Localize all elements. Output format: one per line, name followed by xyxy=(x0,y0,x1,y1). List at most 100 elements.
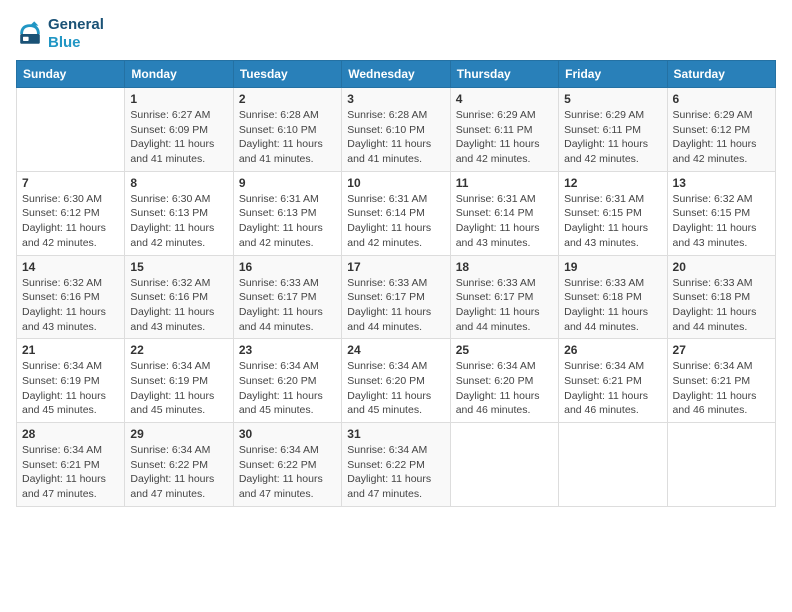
day-number: 14 xyxy=(22,260,119,274)
day-info: Sunrise: 6:34 AM Sunset: 6:19 PM Dayligh… xyxy=(130,359,227,418)
calendar-cell: 24 Sunrise: 6:34 AM Sunset: 6:20 PM Dayli… xyxy=(342,339,450,423)
calendar-cell xyxy=(450,423,558,507)
day-number: 19 xyxy=(564,260,661,274)
calendar-cell: 31 Sunrise: 6:34 AM Sunset: 6:22 PM Dayli… xyxy=(342,423,450,507)
day-info: Sunrise: 6:34 AM Sunset: 6:20 PM Dayligh… xyxy=(239,359,336,418)
day-info: Sunrise: 6:31 AM Sunset: 6:13 PM Dayligh… xyxy=(239,192,336,251)
day-info: Sunrise: 6:33 AM Sunset: 6:18 PM Dayligh… xyxy=(564,276,661,335)
calendar-cell: 25 Sunrise: 6:34 AM Sunset: 6:20 PM Dayli… xyxy=(450,339,558,423)
calendar-cell: 19 Sunrise: 6:33 AM Sunset: 6:18 PM Dayli… xyxy=(559,255,667,339)
calendar-cell: 16 Sunrise: 6:33 AM Sunset: 6:17 PM Dayli… xyxy=(233,255,341,339)
day-info: Sunrise: 6:32 AM Sunset: 6:16 PM Dayligh… xyxy=(130,276,227,335)
day-of-week-header: Sunday xyxy=(17,61,125,88)
day-of-week-header: Wednesday xyxy=(342,61,450,88)
calendar-week-row: 7Sunrise: 6:30 AM Sunset: 6:12 PM Daylig… xyxy=(17,171,776,255)
day-info: Sunrise: 6:30 AM Sunset: 6:13 PM Dayligh… xyxy=(130,192,227,251)
day-number: 16 xyxy=(239,260,336,274)
day-of-week-header: Monday xyxy=(125,61,233,88)
calendar-cell xyxy=(559,423,667,507)
day-number: 11 xyxy=(456,176,553,190)
day-number: 4 xyxy=(456,92,553,106)
day-number: 1 xyxy=(130,92,227,106)
day-info: Sunrise: 6:29 AM Sunset: 6:11 PM Dayligh… xyxy=(456,108,553,167)
calendar-cell: 1 Sunrise: 6:27 AM Sunset: 6:09 PM Daylig… xyxy=(125,88,233,172)
calendar-cell: 15 Sunrise: 6:32 AM Sunset: 6:16 PM Dayli… xyxy=(125,255,233,339)
calendar-cell: 22 Sunrise: 6:34 AM Sunset: 6:19 PM Dayli… xyxy=(125,339,233,423)
day-info: Sunrise: 6:29 AM Sunset: 6:12 PM Dayligh… xyxy=(673,108,770,167)
day-number: 7 xyxy=(22,176,119,190)
day-number: 2 xyxy=(239,92,336,106)
calendar-cell: 26 Sunrise: 6:34 AM Sunset: 6:21 PM Dayli… xyxy=(559,339,667,423)
day-info: Sunrise: 6:31 AM Sunset: 6:14 PM Dayligh… xyxy=(347,192,444,251)
calendar-cell xyxy=(667,423,775,507)
calendar-cell: 13Sunrise: 6:32 AM Sunset: 6:15 PM Dayli… xyxy=(667,171,775,255)
calendar-cell: 29 Sunrise: 6:34 AM Sunset: 6:22 PM Dayli… xyxy=(125,423,233,507)
page-header: General Blue xyxy=(16,16,776,52)
calendar-week-row: 1 Sunrise: 6:27 AM Sunset: 6:09 PM Daylig… xyxy=(17,88,776,172)
calendar-cell: 4 Sunrise: 6:29 AM Sunset: 6:11 PM Daylig… xyxy=(450,88,558,172)
day-of-week-header: Saturday xyxy=(667,61,775,88)
day-info: Sunrise: 6:32 AM Sunset: 6:15 PM Dayligh… xyxy=(673,192,770,251)
day-info: Sunrise: 6:34 AM Sunset: 6:22 PM Dayligh… xyxy=(347,443,444,502)
calendar-cell: 20 Sunrise: 6:33 AM Sunset: 6:18 PM Dayli… xyxy=(667,255,775,339)
logo: General Blue xyxy=(16,16,104,52)
day-number: 28 xyxy=(22,427,119,441)
day-number: 9 xyxy=(239,176,336,190)
day-info: Sunrise: 6:31 AM Sunset: 6:15 PM Dayligh… xyxy=(564,192,661,251)
day-number: 24 xyxy=(347,343,444,357)
day-info: Sunrise: 6:28 AM Sunset: 6:10 PM Dayligh… xyxy=(347,108,444,167)
day-number: 26 xyxy=(564,343,661,357)
day-number: 15 xyxy=(130,260,227,274)
day-info: Sunrise: 6:34 AM Sunset: 6:20 PM Dayligh… xyxy=(347,359,444,418)
calendar-cell: 10Sunrise: 6:31 AM Sunset: 6:14 PM Dayli… xyxy=(342,171,450,255)
day-number: 25 xyxy=(456,343,553,357)
calendar-cell: 2 Sunrise: 6:28 AM Sunset: 6:10 PM Daylig… xyxy=(233,88,341,172)
calendar-cell: 5Sunrise: 6:29 AM Sunset: 6:11 PM Daylig… xyxy=(559,88,667,172)
day-number: 23 xyxy=(239,343,336,357)
day-info: Sunrise: 6:34 AM Sunset: 6:22 PM Dayligh… xyxy=(239,443,336,502)
calendar-cell: 7Sunrise: 6:30 AM Sunset: 6:12 PM Daylig… xyxy=(17,171,125,255)
day-info: Sunrise: 6:33 AM Sunset: 6:17 PM Dayligh… xyxy=(239,276,336,335)
day-of-week-header: Thursday xyxy=(450,61,558,88)
calendar-week-row: 14 Sunrise: 6:32 AM Sunset: 6:16 PM Dayli… xyxy=(17,255,776,339)
calendar-cell: 23 Sunrise: 6:34 AM Sunset: 6:20 PM Dayli… xyxy=(233,339,341,423)
calendar-cell: 28Sunrise: 6:34 AM Sunset: 6:21 PM Dayli… xyxy=(17,423,125,507)
day-number: 27 xyxy=(673,343,770,357)
calendar-week-row: 21 Sunrise: 6:34 AM Sunset: 6:19 PM Dayli… xyxy=(17,339,776,423)
day-number: 21 xyxy=(22,343,119,357)
day-of-week-header: Friday xyxy=(559,61,667,88)
day-number: 22 xyxy=(130,343,227,357)
day-info: Sunrise: 6:34 AM Sunset: 6:21 PM Dayligh… xyxy=(564,359,661,418)
day-info: Sunrise: 6:29 AM Sunset: 6:11 PM Dayligh… xyxy=(564,108,661,167)
day-number: 20 xyxy=(673,260,770,274)
calendar-cell: 3 Sunrise: 6:28 AM Sunset: 6:10 PM Daylig… xyxy=(342,88,450,172)
day-number: 30 xyxy=(239,427,336,441)
calendar-cell: 9 Sunrise: 6:31 AM Sunset: 6:13 PM Daylig… xyxy=(233,171,341,255)
day-info: Sunrise: 6:34 AM Sunset: 6:20 PM Dayligh… xyxy=(456,359,553,418)
day-info: Sunrise: 6:34 AM Sunset: 6:21 PM Dayligh… xyxy=(673,359,770,418)
logo-text: General Blue xyxy=(48,16,104,52)
calendar-cell: 30 Sunrise: 6:34 AM Sunset: 6:22 PM Dayli… xyxy=(233,423,341,507)
day-number: 8 xyxy=(130,176,227,190)
calendar-cell: 18Sunrise: 6:33 AM Sunset: 6:17 PM Dayli… xyxy=(450,255,558,339)
day-info: Sunrise: 6:34 AM Sunset: 6:22 PM Dayligh… xyxy=(130,443,227,502)
day-number: 31 xyxy=(347,427,444,441)
logo-icon xyxy=(16,20,44,48)
day-number: 6 xyxy=(673,92,770,106)
calendar-cell: 17 Sunrise: 6:33 AM Sunset: 6:17 PM Dayli… xyxy=(342,255,450,339)
day-info: Sunrise: 6:33 AM Sunset: 6:17 PM Dayligh… xyxy=(347,276,444,335)
calendar-cell: 6 Sunrise: 6:29 AM Sunset: 6:12 PM Daylig… xyxy=(667,88,775,172)
day-info: Sunrise: 6:32 AM Sunset: 6:16 PM Dayligh… xyxy=(22,276,119,335)
calendar-cell: 21Sunrise: 6:34 AM Sunset: 6:19 PM Dayli… xyxy=(17,339,125,423)
day-number: 3 xyxy=(347,92,444,106)
day-number: 29 xyxy=(130,427,227,441)
day-info: Sunrise: 6:27 AM Sunset: 6:09 PM Dayligh… xyxy=(130,108,227,167)
day-info: Sunrise: 6:31 AM Sunset: 6:14 PM Dayligh… xyxy=(456,192,553,251)
days-header-row: SundayMondayTuesdayWednesdayThursdayFrid… xyxy=(17,61,776,88)
day-info: Sunrise: 6:33 AM Sunset: 6:18 PM Dayligh… xyxy=(673,276,770,335)
calendar-cell: 14 Sunrise: 6:32 AM Sunset: 6:16 PM Dayli… xyxy=(17,255,125,339)
day-info: Sunrise: 6:28 AM Sunset: 6:10 PM Dayligh… xyxy=(239,108,336,167)
calendar-cell: 27 Sunrise: 6:34 AM Sunset: 6:21 PM Dayli… xyxy=(667,339,775,423)
day-number: 17 xyxy=(347,260,444,274)
calendar-table: SundayMondayTuesdayWednesdayThursdayFrid… xyxy=(16,60,776,507)
